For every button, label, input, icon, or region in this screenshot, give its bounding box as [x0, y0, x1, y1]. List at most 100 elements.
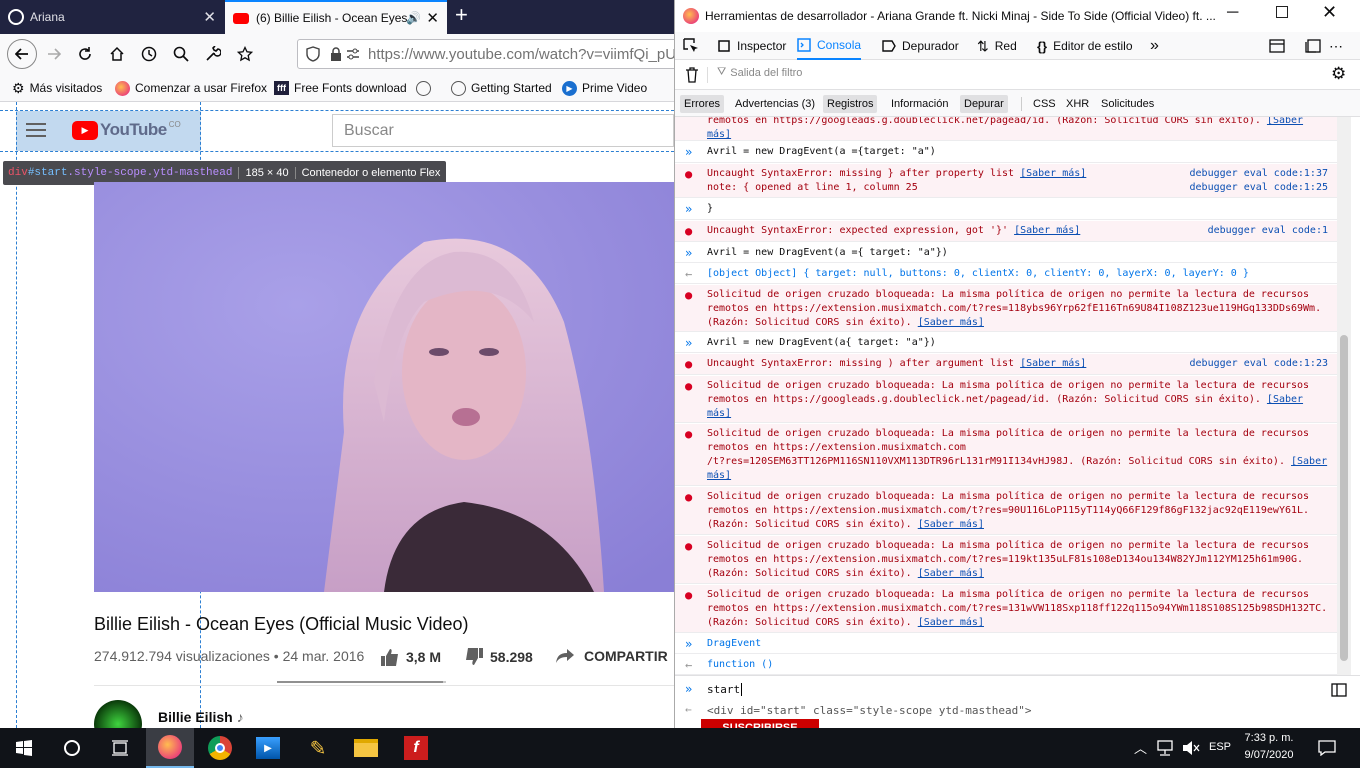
more-options-icon[interactable]: ⋯ — [1329, 32, 1343, 60]
learn-more-link[interactable]: [Saber más] — [918, 568, 984, 579]
pick-element-button[interactable] — [683, 32, 699, 60]
tab-debugger[interactable]: Depurador — [882, 32, 959, 60]
tab-style-editor[interactable]: {} Editor de estilo — [1037, 32, 1133, 60]
tools-button[interactable] — [200, 42, 226, 66]
learn-more-link[interactable]: [Saber más] — [918, 317, 984, 328]
tab-console[interactable]: Consola — [797, 32, 862, 60]
close-tab-icon[interactable]: ✕ — [203, 8, 216, 26]
tab-ariana[interactable]: Ariana ✕ — [0, 0, 224, 34]
learn-more-link[interactable]: [Saber más] — [1020, 358, 1086, 369]
editor-mode-icon[interactable] — [1331, 683, 1347, 697]
history-button[interactable] — [136, 42, 162, 66]
learn-more-link[interactable]: [Saber más] — [918, 519, 984, 530]
learn-more-link[interactable]: [Saber más] — [1020, 168, 1086, 179]
learn-more-link[interactable]: [Saber — [1267, 394, 1303, 405]
chevron-up-icon[interactable]: ︿ — [1134, 738, 1147, 757]
minimize-icon[interactable]: ─ — [1227, 4, 1238, 22]
learn-more-link[interactable]: [Saber — [1267, 117, 1303, 126]
speaker-icon[interactable]: 🔊 — [406, 11, 421, 25]
bookmark-prime-video[interactable]: ▶ Prime Video — [562, 74, 647, 102]
notifications-icon[interactable] — [1318, 740, 1336, 756]
menu-button[interactable] — [26, 123, 46, 137]
taskbar-flash[interactable]: f — [392, 728, 440, 768]
trash-icon[interactable] — [685, 67, 699, 83]
source-link[interactable]: debugger eval code:1 — [1208, 224, 1328, 238]
taskbar-file-explorer[interactable] — [342, 728, 390, 768]
bookmark-most-visited[interactable]: ⚙ Más visitados — [12, 74, 102, 102]
language-indicator[interactable]: ESP — [1209, 741, 1231, 753]
youtube-logo[interactable]: ▶ YouTube CO — [72, 120, 181, 140]
channel-avatar[interactable] — [94, 700, 142, 728]
learn-more-link[interactable]: [Saber más] — [1014, 225, 1080, 236]
gear-icon[interactable]: ⚙ — [1331, 64, 1346, 84]
url-text: https://www.youtube.com/watch?v=viimfQi_… — [368, 45, 687, 63]
start-button[interactable] — [0, 728, 48, 768]
filter-requests[interactable]: Solicitudes — [1097, 95, 1158, 113]
folder-icon — [354, 739, 378, 757]
filter-info[interactable]: Información — [887, 95, 952, 113]
search-button[interactable] — [48, 728, 96, 768]
console-scrollbar[interactable] — [1337, 117, 1351, 675]
clock[interactable]: 7:33 p. m. 9/07/2020 — [1234, 730, 1304, 766]
home-button[interactable] — [104, 42, 130, 66]
tab-inspector[interactable]: Inspector — [717, 32, 786, 60]
back-button[interactable] — [7, 39, 37, 69]
bookmark-globe[interactable] — [416, 74, 431, 102]
thumbs-down-icon — [466, 648, 483, 665]
filter-xhr[interactable]: XHR — [1062, 95, 1093, 113]
permissions-icon[interactable] — [346, 47, 360, 61]
bookmark-free-fonts[interactable]: fff Free Fonts download — [274, 74, 407, 102]
command-input[interactable]: start — [707, 683, 743, 696]
search-button[interactable] — [168, 42, 194, 66]
network-icon[interactable] — [1156, 740, 1174, 756]
bookmark-getting-started-firefox[interactable]: Comenzar a usar Firefox — [115, 74, 267, 102]
task-view-button[interactable] — [96, 728, 144, 768]
source-link[interactable]: debugger eval code:1:37 — [1190, 168, 1328, 179]
fonts-icon: fff — [274, 81, 289, 95]
learn-more-link[interactable]: más] — [707, 470, 731, 481]
filter-debug[interactable]: Depurar — [960, 95, 1008, 113]
reload-button[interactable] — [72, 42, 98, 66]
close-icon[interactable]: ✕ — [1322, 2, 1337, 23]
filter-input[interactable]: ⛛ Salida del filtro — [717, 66, 802, 79]
source-link[interactable]: debugger eval code:1:23 — [1190, 357, 1328, 371]
channel-name[interactable]: Billie Eilish ♪ — [158, 709, 244, 725]
share-button[interactable]: COMPARTIR — [556, 648, 668, 664]
dock-options-button[interactable] — [1305, 32, 1321, 60]
speaker-muted-icon[interactable] — [1182, 740, 1200, 756]
shield-icon[interactable] — [306, 46, 320, 62]
scrollbar-thumb[interactable] — [1340, 335, 1348, 661]
error-icon: ● — [685, 288, 693, 302]
split-console-button[interactable] — [1269, 32, 1285, 60]
filter-css[interactable]: CSS — [1029, 95, 1060, 113]
filter-logs[interactable]: Registros — [823, 95, 878, 113]
video-player[interactable] — [94, 182, 674, 592]
bookmark-star-button[interactable] — [232, 42, 258, 66]
new-tab-button[interactable]: + — [455, 2, 468, 28]
learn-more-link[interactable]: [Saber más] — [918, 617, 984, 628]
maximize-icon[interactable] — [1276, 6, 1288, 18]
subscribe-button[interactable]: SUSCRIBIRSE — [701, 719, 819, 728]
tab-network[interactable]: ⇅ Red — [977, 32, 1017, 60]
source-link[interactable]: debugger eval code:1:25 — [1190, 182, 1328, 193]
braces-icon: {} — [1037, 38, 1048, 54]
close-tab-icon[interactable]: ✕ — [426, 9, 439, 27]
like-button[interactable]: 3,8 M — [380, 648, 441, 666]
filter-errors[interactable]: Errores — [680, 95, 725, 113]
learn-more-link[interactable]: [Saber — [1291, 456, 1327, 467]
taskbar-media-app[interactable]: ▶ — [244, 728, 292, 768]
filter-warnings[interactable]: Advertencias (3) — [731, 95, 819, 113]
learn-more-link[interactable]: más] — [707, 408, 731, 419]
bookmark-getting-started[interactable]: Getting Started — [451, 74, 552, 102]
dislike-button[interactable]: 58.298 — [464, 648, 533, 666]
lock-icon[interactable] — [330, 47, 342, 61]
taskbar-chrome[interactable] — [196, 728, 244, 768]
tab-youtube[interactable]: (6) Billie Eilish - Ocean Eyes 🔊 ✕ — [225, 0, 447, 34]
url-bar[interactable]: https://www.youtube.com/watch?v=viimfQi_… — [297, 39, 697, 69]
forward-button[interactable] — [41, 42, 67, 66]
learn-more-link[interactable]: más] — [707, 129, 731, 140]
search-input[interactable]: Buscar — [332, 114, 674, 147]
taskbar-firefox[interactable] — [146, 728, 194, 768]
taskbar-tools-app[interactable]: ✎ — [294, 728, 342, 768]
more-tools-chevron-icon[interactable]: » — [1150, 32, 1159, 60]
